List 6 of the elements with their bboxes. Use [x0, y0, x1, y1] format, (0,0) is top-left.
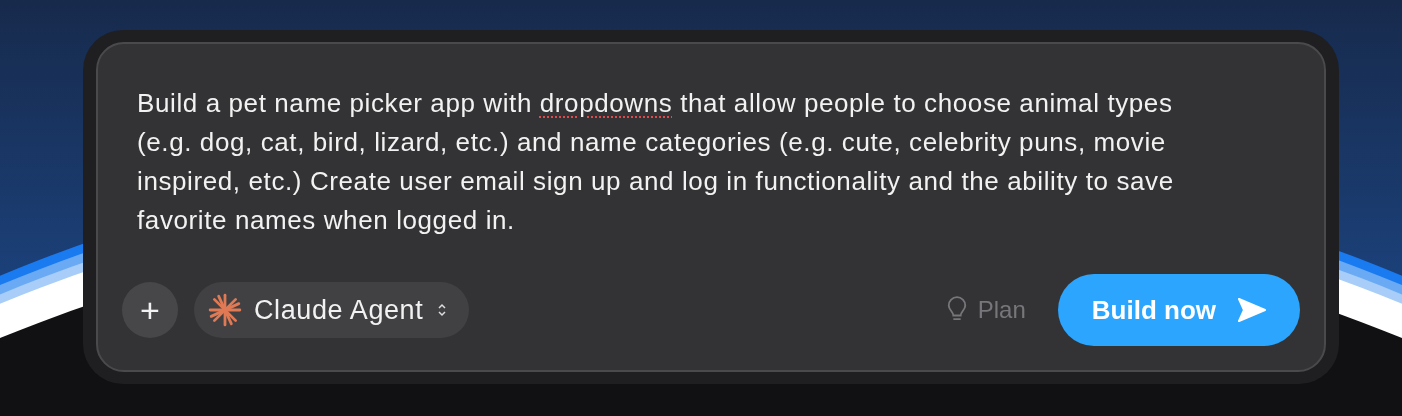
send-icon [1238, 298, 1266, 322]
add-button[interactable]: + [122, 282, 178, 338]
up-down-chevron-icon [437, 302, 448, 318]
sparkle-icon [208, 293, 242, 327]
prompt-text[interactable]: Build a pet name picker app with dropdowns that allow people to choose animal types (e.g. dog, cat, bird, lizard, etc.) and name categories (e.g. cute, celebrity puns, movie inspired, etc.) Create user email sign up and log in functionality and the ability to save favorite names when logged in. [137, 84, 1207, 240]
agent-selector[interactable]: Claude Agent [194, 282, 470, 338]
